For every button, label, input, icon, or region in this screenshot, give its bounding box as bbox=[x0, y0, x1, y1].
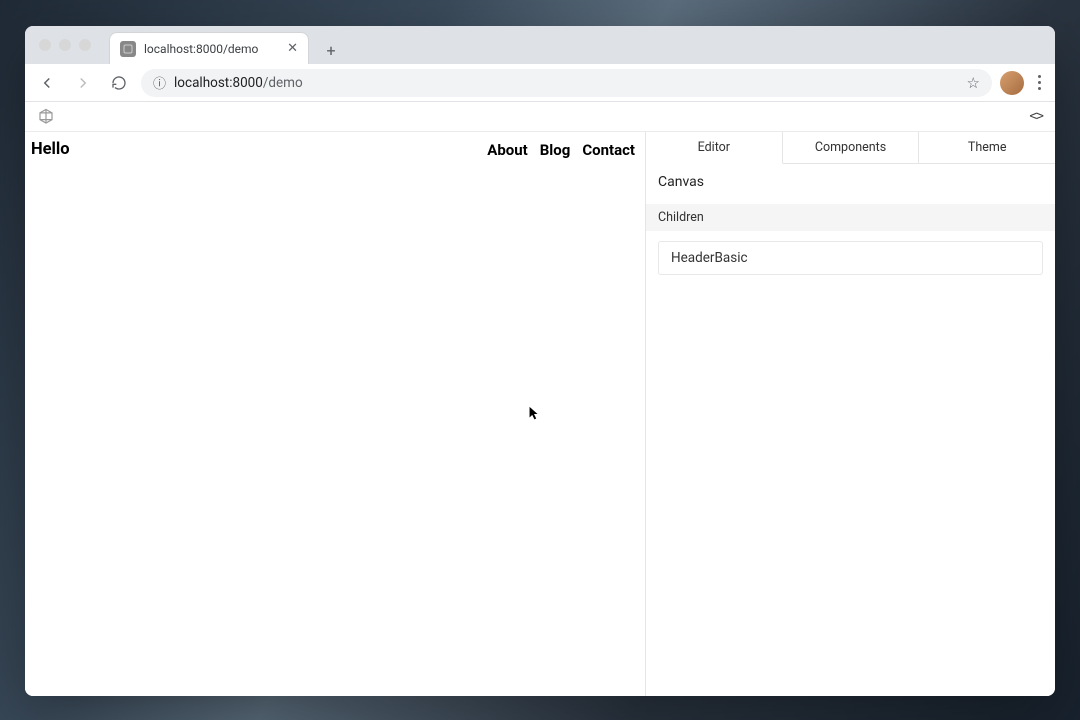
profile-avatar[interactable] bbox=[1000, 71, 1024, 95]
close-icon[interactable]: ✕ bbox=[287, 41, 298, 56]
window-controls bbox=[33, 26, 99, 64]
address-bar[interactable]: ⓘ localhost:8000/demo ☆ bbox=[141, 69, 992, 97]
nav-link-blog[interactable]: Blog bbox=[540, 141, 571, 159]
tab-editor[interactable]: Editor bbox=[646, 132, 783, 164]
site-info-icon[interactable]: ⓘ bbox=[153, 73, 166, 92]
browser-tab[interactable]: localhost:8000/demo ✕ bbox=[109, 32, 309, 64]
window-close-button[interactable] bbox=[39, 39, 51, 51]
preview-header: Hello About Blog Contact bbox=[25, 132, 645, 167]
nav-link-about[interactable]: About bbox=[487, 141, 527, 159]
arrow-right-icon bbox=[74, 74, 92, 92]
side-panel: Editor Components Theme Canvas Children … bbox=[645, 132, 1055, 696]
preview-title: Hello bbox=[31, 140, 70, 159]
browser-window: localhost:8000/demo ✕ + ⓘ localhost:8000… bbox=[25, 26, 1055, 696]
tab-title: localhost:8000/demo bbox=[144, 42, 279, 56]
canvas-preview[interactable]: Hello About Blog Contact bbox=[25, 132, 645, 696]
children-label: Children bbox=[646, 204, 1055, 231]
panel-tabs: Editor Components Theme bbox=[646, 132, 1055, 164]
tab-components[interactable]: Components bbox=[783, 132, 920, 164]
content-area: Hello About Blog Contact Editor Componen… bbox=[25, 132, 1055, 696]
preview-nav: About Blog Contact bbox=[487, 141, 635, 159]
child-item[interactable]: HeaderBasic bbox=[658, 241, 1043, 275]
back-button[interactable] bbox=[33, 69, 61, 97]
panel-body: Canvas Children HeaderBasic bbox=[646, 164, 1055, 285]
window-zoom-button[interactable] bbox=[79, 39, 91, 51]
url-text: localhost:8000/demo bbox=[174, 75, 303, 91]
favicon-icon bbox=[120, 41, 136, 57]
browser-toolbar: ⓘ localhost:8000/demo ☆ bbox=[25, 64, 1055, 102]
browser-menu-button[interactable] bbox=[1032, 75, 1047, 90]
cursor-icon bbox=[528, 406, 540, 422]
tab-theme[interactable]: Theme bbox=[919, 132, 1055, 164]
code-toggle-button[interactable]: <> bbox=[1029, 109, 1043, 124]
app-logo-icon[interactable] bbox=[37, 108, 55, 126]
reload-button[interactable] bbox=[105, 69, 133, 97]
bookmark-icon[interactable]: ☆ bbox=[967, 74, 980, 92]
reload-icon bbox=[111, 75, 127, 91]
new-tab-button[interactable]: + bbox=[317, 36, 345, 64]
app-bar: <> bbox=[25, 102, 1055, 132]
tab-strip: localhost:8000/demo ✕ + bbox=[25, 26, 1055, 64]
panel-heading: Canvas bbox=[658, 174, 1043, 190]
forward-button[interactable] bbox=[69, 69, 97, 97]
arrow-left-icon bbox=[38, 74, 56, 92]
window-minimize-button[interactable] bbox=[59, 39, 71, 51]
nav-link-contact[interactable]: Contact bbox=[582, 141, 635, 159]
